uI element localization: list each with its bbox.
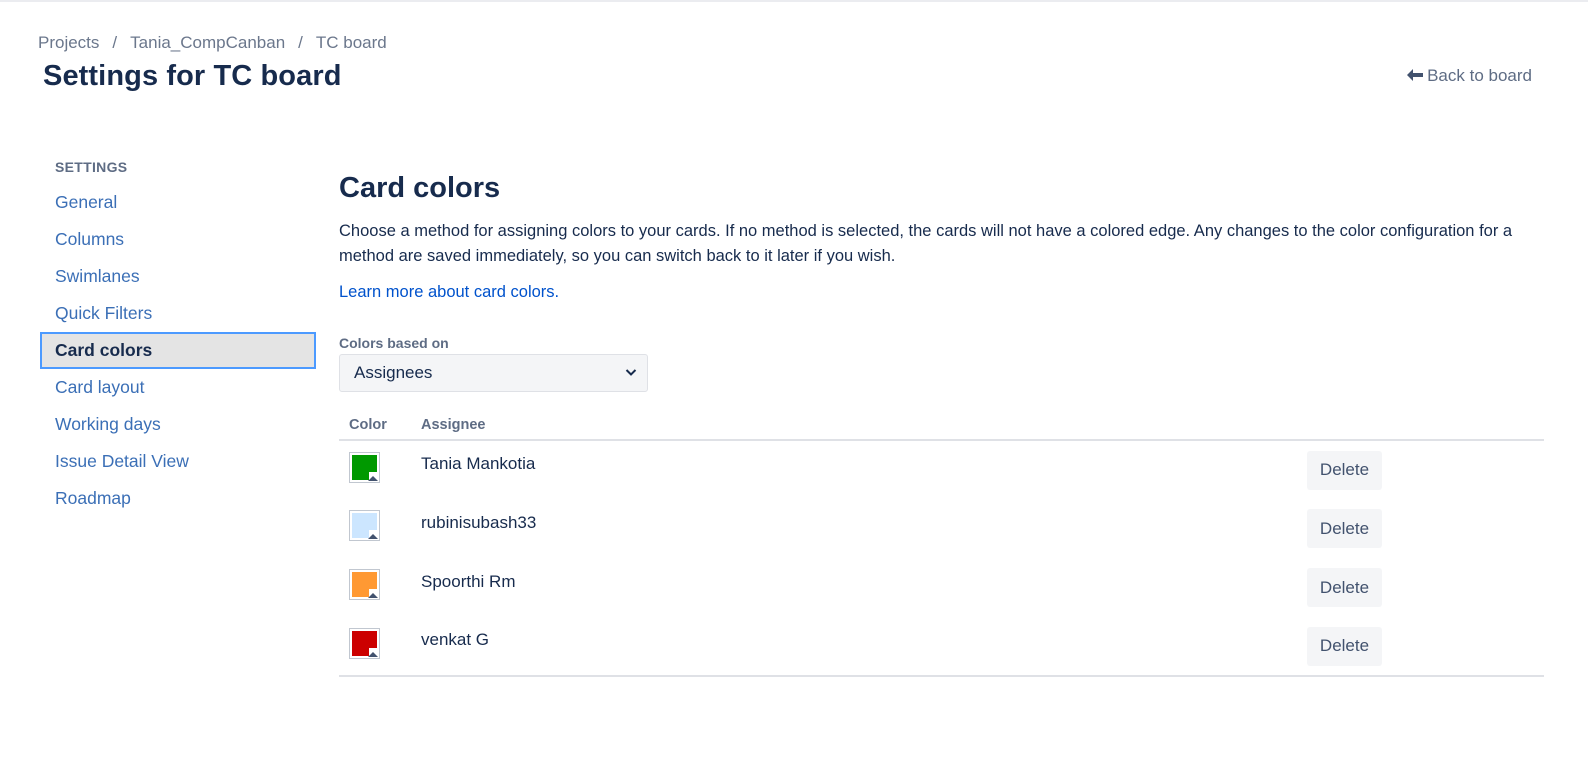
assignee-name: venkat G — [421, 630, 490, 649]
settings-sidebar: SETTINGS General Columns Swimlanes Quick… — [40, 150, 316, 517]
dropdown-triangle-icon — [368, 534, 378, 539]
sidebar-item-quick-filters[interactable]: Quick Filters — [40, 295, 316, 332]
card-colors-table: Color Assignee Tania Mankotia Delete rub… — [339, 410, 1544, 677]
delete-button[interactable]: Delete — [1307, 509, 1382, 548]
sidebar-item-card-layout[interactable]: Card layout — [40, 369, 316, 406]
page-title: Settings for TC board — [43, 60, 342, 92]
table-row: rubinisubash33 Delete — [339, 499, 1544, 558]
dropdown-triangle-icon — [368, 475, 378, 481]
chevron-down-icon — [625, 363, 637, 383]
table-row: Tania Mankotia Delete — [339, 440, 1544, 499]
dropdown-triangle-icon — [368, 651, 378, 657]
sidebar-item-working-days[interactable]: Working days — [40, 406, 316, 443]
table-row: venkat G Delete — [339, 617, 1544, 677]
color-picker-swatch[interactable] — [349, 510, 380, 541]
column-header-actions — [788, 410, 1544, 441]
learn-more-link[interactable]: Learn more about card colors. — [339, 283, 559, 302]
left-arrow-icon — [1407, 66, 1424, 86]
sidebar-item-issue-detail-view[interactable]: Issue Detail View — [40, 443, 316, 480]
table-row: Spoorthi Rm Delete — [339, 558, 1544, 617]
column-header-assignee: Assignee — [421, 410, 789, 441]
breadcrumb-board[interactable]: TC board — [316, 33, 387, 53]
breadcrumb-project[interactable]: Tania_CompCanban — [130, 33, 285, 53]
sidebar-heading: SETTINGS — [55, 159, 128, 175]
section-description: Choose a method for assigning colors to … — [339, 222, 1513, 265]
sidebar-item-columns[interactable]: Columns — [40, 221, 316, 258]
back-to-board-label: Back to board — [1427, 66, 1532, 85]
dropdown-triangle-icon — [368, 593, 378, 598]
color-picker-swatch[interactable] — [349, 627, 380, 659]
top-divider — [0, 0, 1588, 2]
table-header-row: Color Assignee — [339, 410, 1544, 441]
section-title: Card colors — [339, 172, 501, 204]
sidebar-item-card-colors[interactable]: Card colors — [40, 332, 316, 369]
breadcrumb-separator: / — [112, 33, 118, 52]
breadcrumb-separator: / — [298, 33, 303, 52]
assignee-name: Spoorthi Rm — [421, 571, 516, 591]
assignee-name: rubinisubash33 — [421, 512, 537, 532]
color-picker-swatch[interactable] — [349, 451, 380, 483]
delete-button[interactable]: Delete — [1307, 568, 1382, 607]
sidebar-item-roadmap[interactable]: Roadmap — [40, 480, 316, 517]
back-to-board-link[interactable]: Back to board — [1407, 66, 1532, 86]
delete-button[interactable]: Delete — [1307, 450, 1382, 490]
colors-based-on-label: Colors based on — [339, 335, 449, 351]
card-colors-panel: Card colors Choose a method for assignin… — [339, 165, 1544, 677]
assignee-name: Tania Mankotia — [421, 454, 536, 473]
sidebar-item-swimlanes[interactable]: Swimlanes — [40, 258, 316, 295]
sidebar-item-general[interactable]: General — [40, 184, 316, 221]
color-picker-swatch[interactable] — [349, 569, 380, 600]
column-header-color: Color — [339, 410, 421, 441]
delete-button[interactable]: Delete — [1307, 626, 1382, 666]
breadcrumb-projects[interactable]: Projects — [38, 33, 99, 53]
select-value: Assignees — [354, 363, 433, 382]
breadcrumb: Projects / Tania_CompCanban / TC board — [38, 33, 387, 53]
colors-based-on-select[interactable]: Assignees — [339, 354, 648, 392]
